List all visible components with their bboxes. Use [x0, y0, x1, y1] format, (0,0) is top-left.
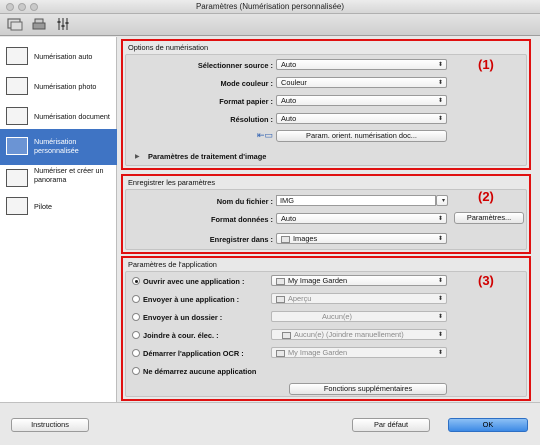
- filename-dropdown-button[interactable]: ▾: [436, 195, 448, 206]
- color-mode-select[interactable]: Couleur ⬍: [276, 77, 447, 88]
- ocr-app-icon: [276, 349, 285, 357]
- data-format-label: Format données :: [210, 215, 273, 224]
- scan-from-panel-icon[interactable]: [30, 17, 48, 33]
- auto-scan-icon: [6, 47, 28, 65]
- attach-email-radio[interactable]: [132, 331, 140, 339]
- chevron-updown-icon: ⬍: [437, 80, 443, 86]
- filename-label: Nom du fichier :: [216, 197, 273, 206]
- chevron-updown-icon: ⬍: [437, 332, 443, 338]
- save-in-select[interactable]: Images ⬍: [276, 233, 447, 244]
- send-to-app-label: Envoyer à une application :: [143, 295, 240, 304]
- default-button[interactable]: Par défaut: [352, 418, 430, 432]
- start-ocr-select[interactable]: My Image Garden ⬍: [271, 347, 447, 358]
- attach-email-label: Joindre à cour. élec. :: [143, 331, 219, 340]
- scan-options-title: Options de numérisation: [128, 43, 209, 52]
- chevron-updown-icon: ⬍: [437, 350, 443, 356]
- chevron-updown-icon: ⬍: [437, 62, 443, 68]
- start-ocr-radio[interactable]: [132, 349, 140, 357]
- general-settings-icon[interactable]: [54, 17, 72, 33]
- color-mode-label: Mode couleur :: [220, 79, 273, 88]
- close-window-button[interactable]: [6, 3, 14, 11]
- photo-scan-icon: [6, 77, 28, 95]
- send-to-folder-label: Envoyer à un dossier :: [143, 313, 223, 322]
- open-with-app-label: Ouvrir avec une application :: [143, 277, 245, 286]
- chevron-updown-icon: ⬍: [437, 216, 443, 222]
- source-label: Sélectionner source :: [197, 61, 273, 70]
- disclosure-triangle-icon[interactable]: ▶: [135, 153, 140, 160]
- start-ocr-label: Démarrer l'application OCR :: [143, 349, 244, 358]
- app-settings-marker: (3): [478, 273, 494, 288]
- zoom-window-button[interactable]: [30, 3, 38, 11]
- chevron-updown-icon: ⬍: [437, 98, 443, 104]
- sidebar-item-driver[interactable]: Pilote: [0, 193, 117, 229]
- preview-app-icon: [276, 295, 285, 303]
- chevron-updown-icon: ⬍: [437, 296, 443, 302]
- save-in-label: Enregistrer dans :: [209, 235, 273, 244]
- instructions-button[interactable]: Instructions: [11, 418, 89, 432]
- source-select[interactable]: Auto ⬍: [276, 59, 447, 70]
- document-scan-icon: [6, 107, 28, 125]
- folder-icon: [281, 235, 290, 243]
- no-app-label: Ne démarrez aucune application: [143, 367, 257, 376]
- open-with-app-radio[interactable]: [132, 277, 140, 285]
- sidebar-item-custom-scan[interactable]: Numérisation personnalisée: [0, 129, 117, 165]
- attach-email-select[interactable]: Aucun(e) (Joindre manuellement) ⬍: [271, 329, 447, 340]
- chevron-updown-icon: ⬍: [437, 278, 443, 284]
- minimize-window-button[interactable]: [18, 3, 26, 11]
- sidebar: Numérisation auto Numérisation photo Num…: [0, 37, 117, 402]
- orientation-settings-button[interactable]: Param. orient. numérisation doc...: [276, 130, 447, 142]
- toolbar: [0, 14, 540, 36]
- ok-button[interactable]: OK: [448, 418, 528, 432]
- paper-size-select[interactable]: Auto ⬍: [276, 95, 447, 106]
- extra-functions-button[interactable]: Fonctions supplémentaires: [289, 383, 447, 395]
- chevron-updown-icon: ⬍: [437, 116, 443, 122]
- panorama-scan-icon: [6, 169, 28, 187]
- app-settings-panel: Paramètres de l'application (3) Ouvrir a…: [121, 256, 531, 401]
- send-to-folder-radio[interactable]: [132, 313, 140, 321]
- save-settings-title: Enregistrer les paramètres: [128, 178, 216, 187]
- data-format-select[interactable]: Auto ⬍: [276, 213, 447, 224]
- chevron-down-icon: ▾: [441, 198, 445, 204]
- chevron-updown-icon: ⬍: [437, 314, 443, 320]
- custom-scan-icon: [6, 137, 28, 155]
- send-to-app-radio[interactable]: [132, 295, 140, 303]
- resolution-select[interactable]: Auto ⬍: [276, 113, 447, 124]
- save-settings-panel: Enregistrer les paramètres (2) Nom du fi…: [121, 174, 531, 254]
- paper-size-label: Format papier :: [219, 97, 273, 106]
- app-icon: [276, 277, 285, 285]
- no-app-radio[interactable]: [132, 367, 140, 375]
- window-title: Paramètres (Numérisation personnalisée): [195, 2, 345, 11]
- open-with-app-select[interactable]: My Image Garden ⬍: [271, 275, 447, 286]
- app-settings-title: Paramètres de l'application: [128, 260, 217, 269]
- scan-options-marker: (1): [478, 57, 494, 72]
- format-settings-button[interactable]: Paramètres...: [454, 212, 524, 224]
- mail-icon: [282, 331, 291, 339]
- filename-field[interactable]: IMG: [276, 195, 436, 206]
- chevron-updown-icon: ⬍: [437, 236, 443, 242]
- footer: Instructions Par défaut OK: [0, 402, 540, 445]
- window-titlebar: Paramètres (Numérisation personnalisée): [0, 0, 540, 14]
- send-to-app-select[interactable]: Aperçu ⬍: [271, 293, 447, 304]
- image-processing-toggle[interactable]: Paramètres de traitement d'image: [148, 152, 266, 161]
- send-to-folder-select[interactable]: Aucun(e) ⬍: [271, 311, 447, 322]
- resolution-label: Résolution :: [230, 115, 273, 124]
- driver-icon: [6, 197, 28, 215]
- save-settings-marker: (2): [478, 189, 494, 204]
- document-orientation-icon: ⇤▭: [257, 130, 274, 140]
- scan-from-computer-icon[interactable]: [6, 17, 24, 33]
- scan-options-panel: Options de numérisation (1) Sélectionner…: [121, 39, 531, 170]
- scan-options-box: [125, 54, 527, 166]
